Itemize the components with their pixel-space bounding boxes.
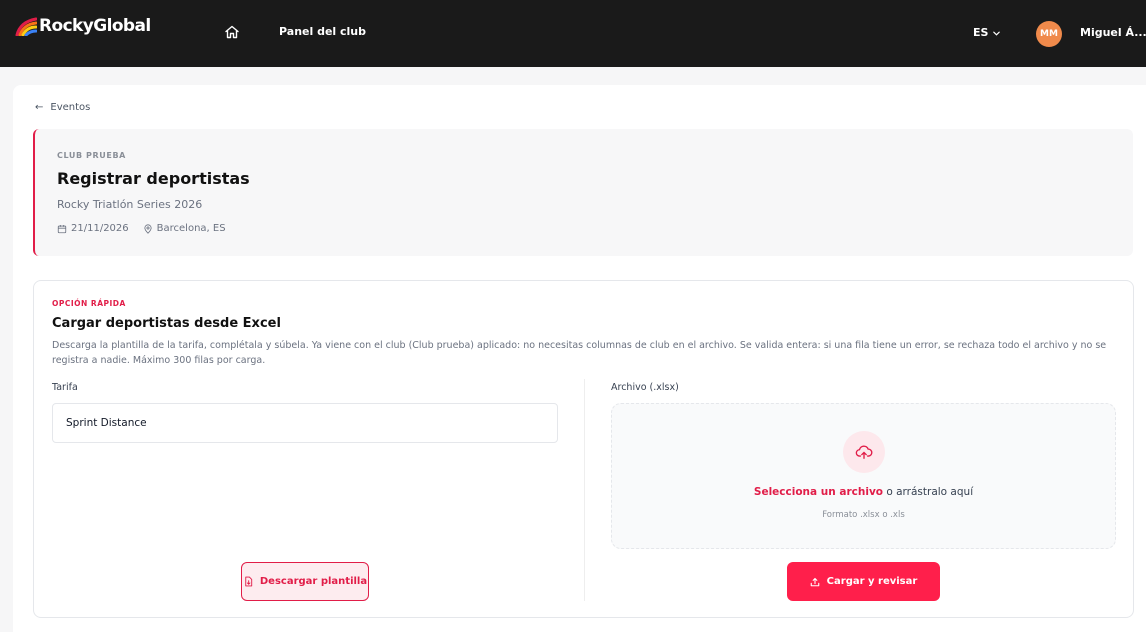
upload-icon-circle — [843, 431, 885, 473]
event-date: 21/11/2026 — [57, 223, 129, 234]
chevron-down-icon — [993, 31, 1001, 36]
map-pin-icon — [144, 223, 152, 234]
page-title: Registrar deportistas — [57, 169, 250, 188]
quick-option-label: OPCIÓN RÁPIDA — [52, 299, 126, 308]
archivo-label: Archivo (.xlsx) — [611, 382, 679, 393]
cloud-upload-icon — [855, 445, 873, 459]
upload-description: Descarga la plantilla de la tarifa, comp… — [52, 340, 1107, 366]
file-download-icon — [245, 576, 253, 587]
tarifa-input[interactable] — [52, 403, 558, 443]
upload-and-review-button[interactable]: Cargar y revisar — [787, 562, 940, 601]
upload-icon — [810, 577, 819, 586]
home-icon[interactable] — [224, 24, 240, 40]
file-dropzone[interactable]: Selecciona un archivo o arrástralo aquí … — [611, 403, 1116, 549]
event-header-card: CLUB PRUEBA Registrar deportistas Rocky … — [33, 129, 1133, 256]
rocky-logo-icon — [15, 17, 37, 36]
event-date-text: 21/11/2026 — [71, 223, 129, 234]
back-to-events-link[interactable]: ← Eventos — [35, 101, 90, 115]
language-code: ES — [973, 26, 989, 39]
excel-upload-card: OPCIÓN RÁPIDA Cargar deportistas desde E… — [33, 280, 1134, 618]
brand-logo[interactable]: RockyGlobal — [15, 16, 151, 36]
top-bar: RockyGlobal Panel del club ES MM Miguel … — [0, 0, 1146, 67]
dropzone-text: Selecciona un archivo o arrástralo aquí — [612, 486, 1115, 498]
upload-title: Cargar deportistas desde Excel — [52, 316, 281, 331]
language-selector[interactable]: ES — [973, 25, 1001, 41]
club-label: CLUB PRUEBA — [57, 151, 126, 160]
upload-and-review-label: Cargar y revisar — [826, 576, 918, 587]
drag-here-text: o arrástralo aquí — [883, 486, 974, 498]
brand-name: RockyGlobal — [39, 16, 151, 36]
download-template-label: Descargar plantilla — [259, 576, 368, 587]
event-name: Rocky Triatlón Series 2026 — [57, 198, 203, 211]
user-name[interactable]: Miguel Á... — [1080, 25, 1146, 41]
main-content: ← Eventos CLUB PRUEBA Registrar deportis… — [13, 85, 1146, 632]
calendar-icon — [57, 224, 67, 233]
event-location: Barcelona, ES — [143, 223, 226, 234]
arrow-left-icon: ← — [35, 102, 44, 113]
avatar[interactable]: MM — [1036, 21, 1062, 47]
tarifa-label: Tarifa — [52, 382, 78, 393]
file-format-hint: Formato .xlsx o .xls — [822, 510, 905, 520]
event-location-text: Barcelona, ES — [156, 223, 226, 234]
download-template-button[interactable]: Descargar plantilla — [241, 562, 369, 601]
event-meta: 21/11/2026 Barcelona, ES — [57, 223, 226, 234]
nav-panel-del-club[interactable]: Panel del club — [279, 24, 366, 40]
column-divider — [584, 379, 585, 601]
back-link-label: Eventos — [50, 102, 91, 113]
select-file-link[interactable]: Selecciona un archivo — [754, 486, 883, 498]
